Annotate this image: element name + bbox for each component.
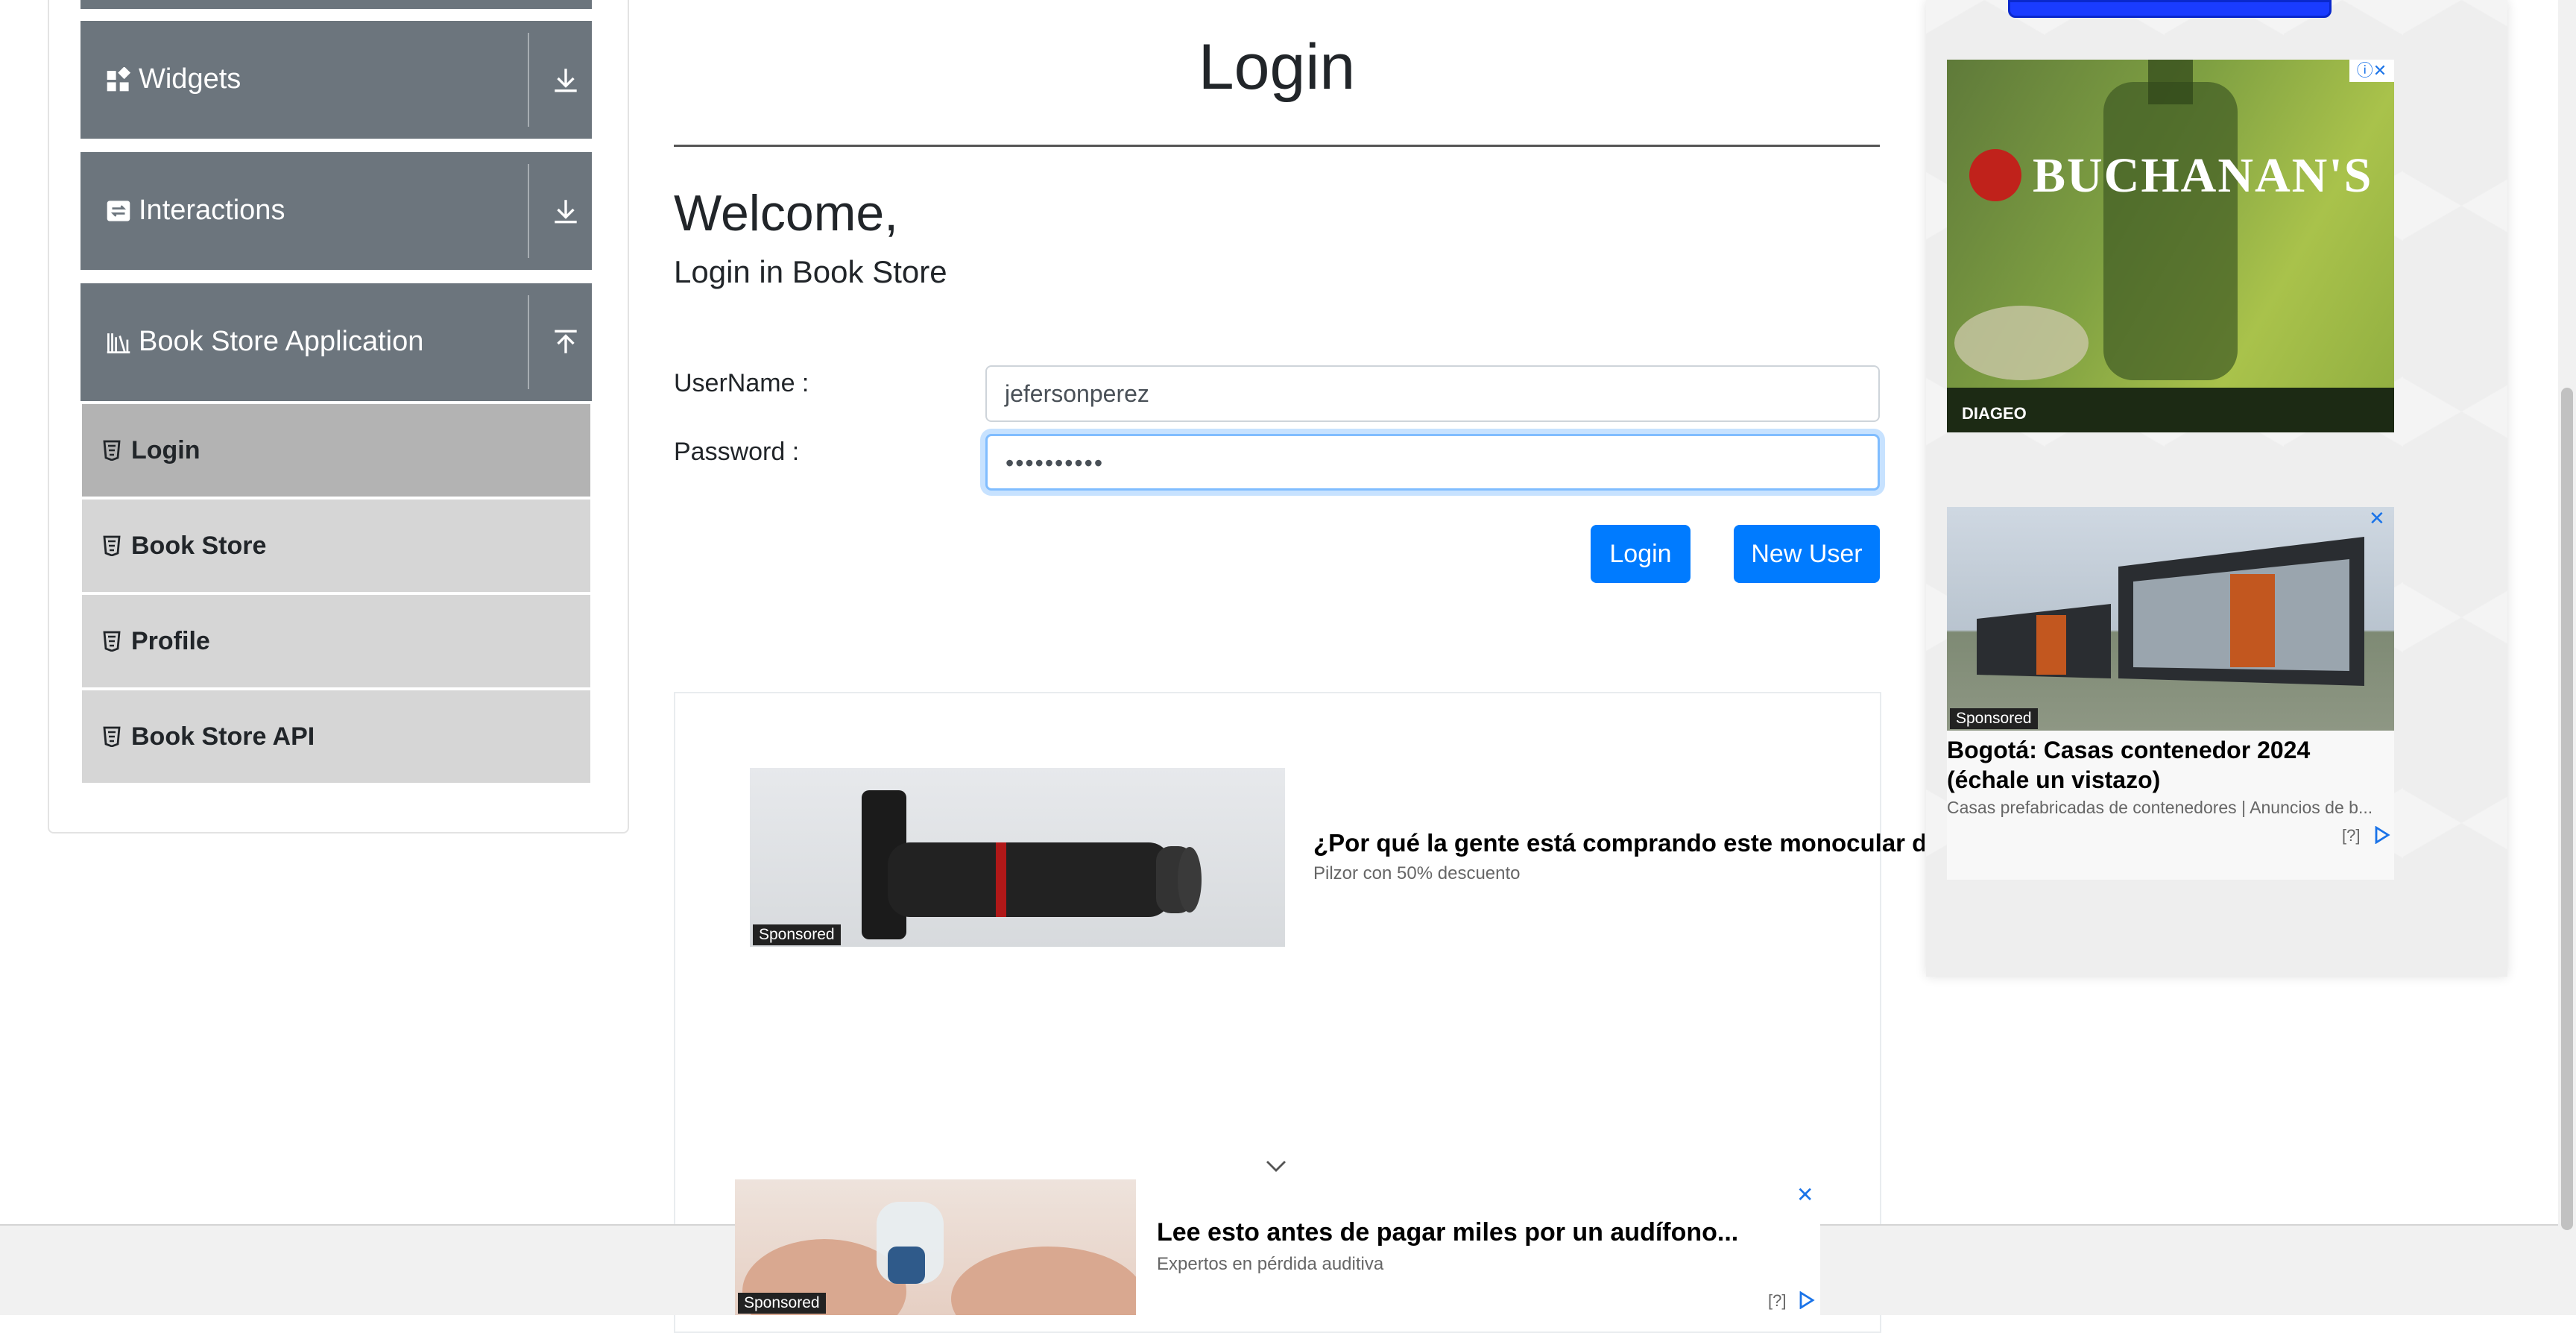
html5-icon: [103, 535, 121, 556]
sponsored-badge: Sponsored: [738, 1293, 826, 1314]
ad-source: Expertos en pérdida auditiva: [1157, 1254, 1384, 1274]
buchanans-ad[interactable]: BUCHANAN'S DIAGEO ⓘ✕: [1947, 60, 2394, 432]
password-input[interactable]: ••••••••••: [985, 434, 1880, 491]
books-icon: [107, 333, 130, 353]
ad-source: Casas prefabricadas de contenedores | An…: [1947, 798, 2373, 817]
ad-headline[interactable]: ¿Por qué la gente está comprando este mo…: [1313, 829, 1925, 857]
close-icon[interactable]: ✕: [1796, 1182, 1813, 1207]
sidebar-item-login[interactable]: Login: [82, 404, 590, 497]
adchoices-icon[interactable]: [2373, 826, 2391, 844]
ad-headline[interactable]: Lee esto antes de pagar miles por un aud…: [1157, 1218, 1738, 1247]
sidebar-item-label: Book Store API: [131, 722, 315, 751]
container-house-icon: [1977, 537, 2364, 686]
hearing-aid-ad[interactable]: Sponsored Lee esto antes de pagar miles …: [735, 1179, 1820, 1315]
menu-group-label: Interactions: [139, 195, 285, 226]
sidebar-item-book-store[interactable]: Book Store: [82, 500, 590, 592]
new-user-button[interactable]: New User: [1734, 525, 1880, 583]
whisky-bottle-icon: [1947, 60, 2394, 432]
sponsored-badge: Sponsored: [1950, 708, 2038, 729]
password-label: Password :: [674, 438, 800, 466]
close-icon[interactable]: ✕: [2369, 507, 2385, 530]
buchanans-seal: [1969, 149, 2021, 201]
html5-icon: [103, 440, 121, 461]
download-arrow-icon[interactable]: [550, 195, 581, 227]
username-label: UserName :: [674, 369, 809, 397]
upload-arrow-icon[interactable]: [550, 327, 581, 358]
ad-choices-close-icon[interactable]: ⓘ✕: [2349, 60, 2394, 82]
interactions-icon: [107, 201, 130, 221]
scrollbar-thumb[interactable]: [2561, 388, 2573, 1230]
divider: [528, 164, 529, 258]
ad-info-link[interactable]: [?]: [2342, 826, 2360, 845]
menu-group-label: Book Store Application: [139, 326, 424, 357]
sidebar-item-label: Login: [131, 436, 201, 464]
welcome-heading: Welcome,: [674, 185, 899, 242]
sidebar-item-label: Book Store: [131, 532, 267, 560]
login-subtitle: Login in Book Store: [674, 254, 947, 289]
ad-brand: BUCHANAN'S: [2033, 148, 2373, 203]
sponsored-badge: Sponsored: [753, 924, 841, 945]
hearing-aid-ad-image: Sponsored: [735, 1179, 1136, 1315]
ad-source: Pilzor con 50% descuento: [1313, 863, 1521, 883]
html5-icon: [103, 726, 121, 747]
menu-group-header-partial[interactable]: [80, 0, 592, 9]
sidebar-item-book-store-api[interactable]: Book Store API: [82, 690, 590, 783]
login-button[interactable]: Login: [1591, 525, 1690, 583]
sidebar-item-label: Profile: [131, 627, 210, 655]
title-divider: [674, 145, 1880, 147]
monocular-ad-image[interactable]: Sponsored: [750, 768, 1285, 947]
sidebar-item-profile[interactable]: Profile: [82, 595, 590, 687]
houses-ad-image: Sponsored: [1947, 507, 2394, 731]
menu-group-book-store-application[interactable]: Book Store Application: [80, 283, 592, 401]
html5-icon: [103, 631, 121, 652]
monocular-icon: [862, 790, 1202, 939]
container-houses-ad[interactable]: Sponsored ✕ Bogotá: Casas contenedor 202…: [1947, 507, 2394, 880]
menu-group-interactions[interactable]: Interactions: [80, 152, 592, 270]
ad-info-link[interactable]: [?]: [1768, 1291, 1786, 1311]
adchoices-icon[interactable]: [1798, 1291, 1816, 1309]
page-title: Login: [1198, 31, 1356, 103]
menu-group-label: Widgets: [139, 63, 242, 95]
ad-maker: DIAGEO: [1962, 404, 2027, 423]
widgets-icon: [107, 67, 131, 92]
divider: [528, 295, 529, 389]
username-input[interactable]: jefersonperez: [985, 365, 1880, 422]
divider: [528, 33, 529, 127]
ad-button-partial[interactable]: [2008, 0, 2332, 18]
download-arrow-icon[interactable]: [550, 64, 581, 95]
chevron-down-icon[interactable]: [1264, 1157, 1288, 1175]
menu-group-widgets[interactable]: Widgets: [80, 21, 592, 139]
ad-headline[interactable]: Bogotá: Casas contenedor 2024 (échale un…: [1947, 735, 2394, 795]
